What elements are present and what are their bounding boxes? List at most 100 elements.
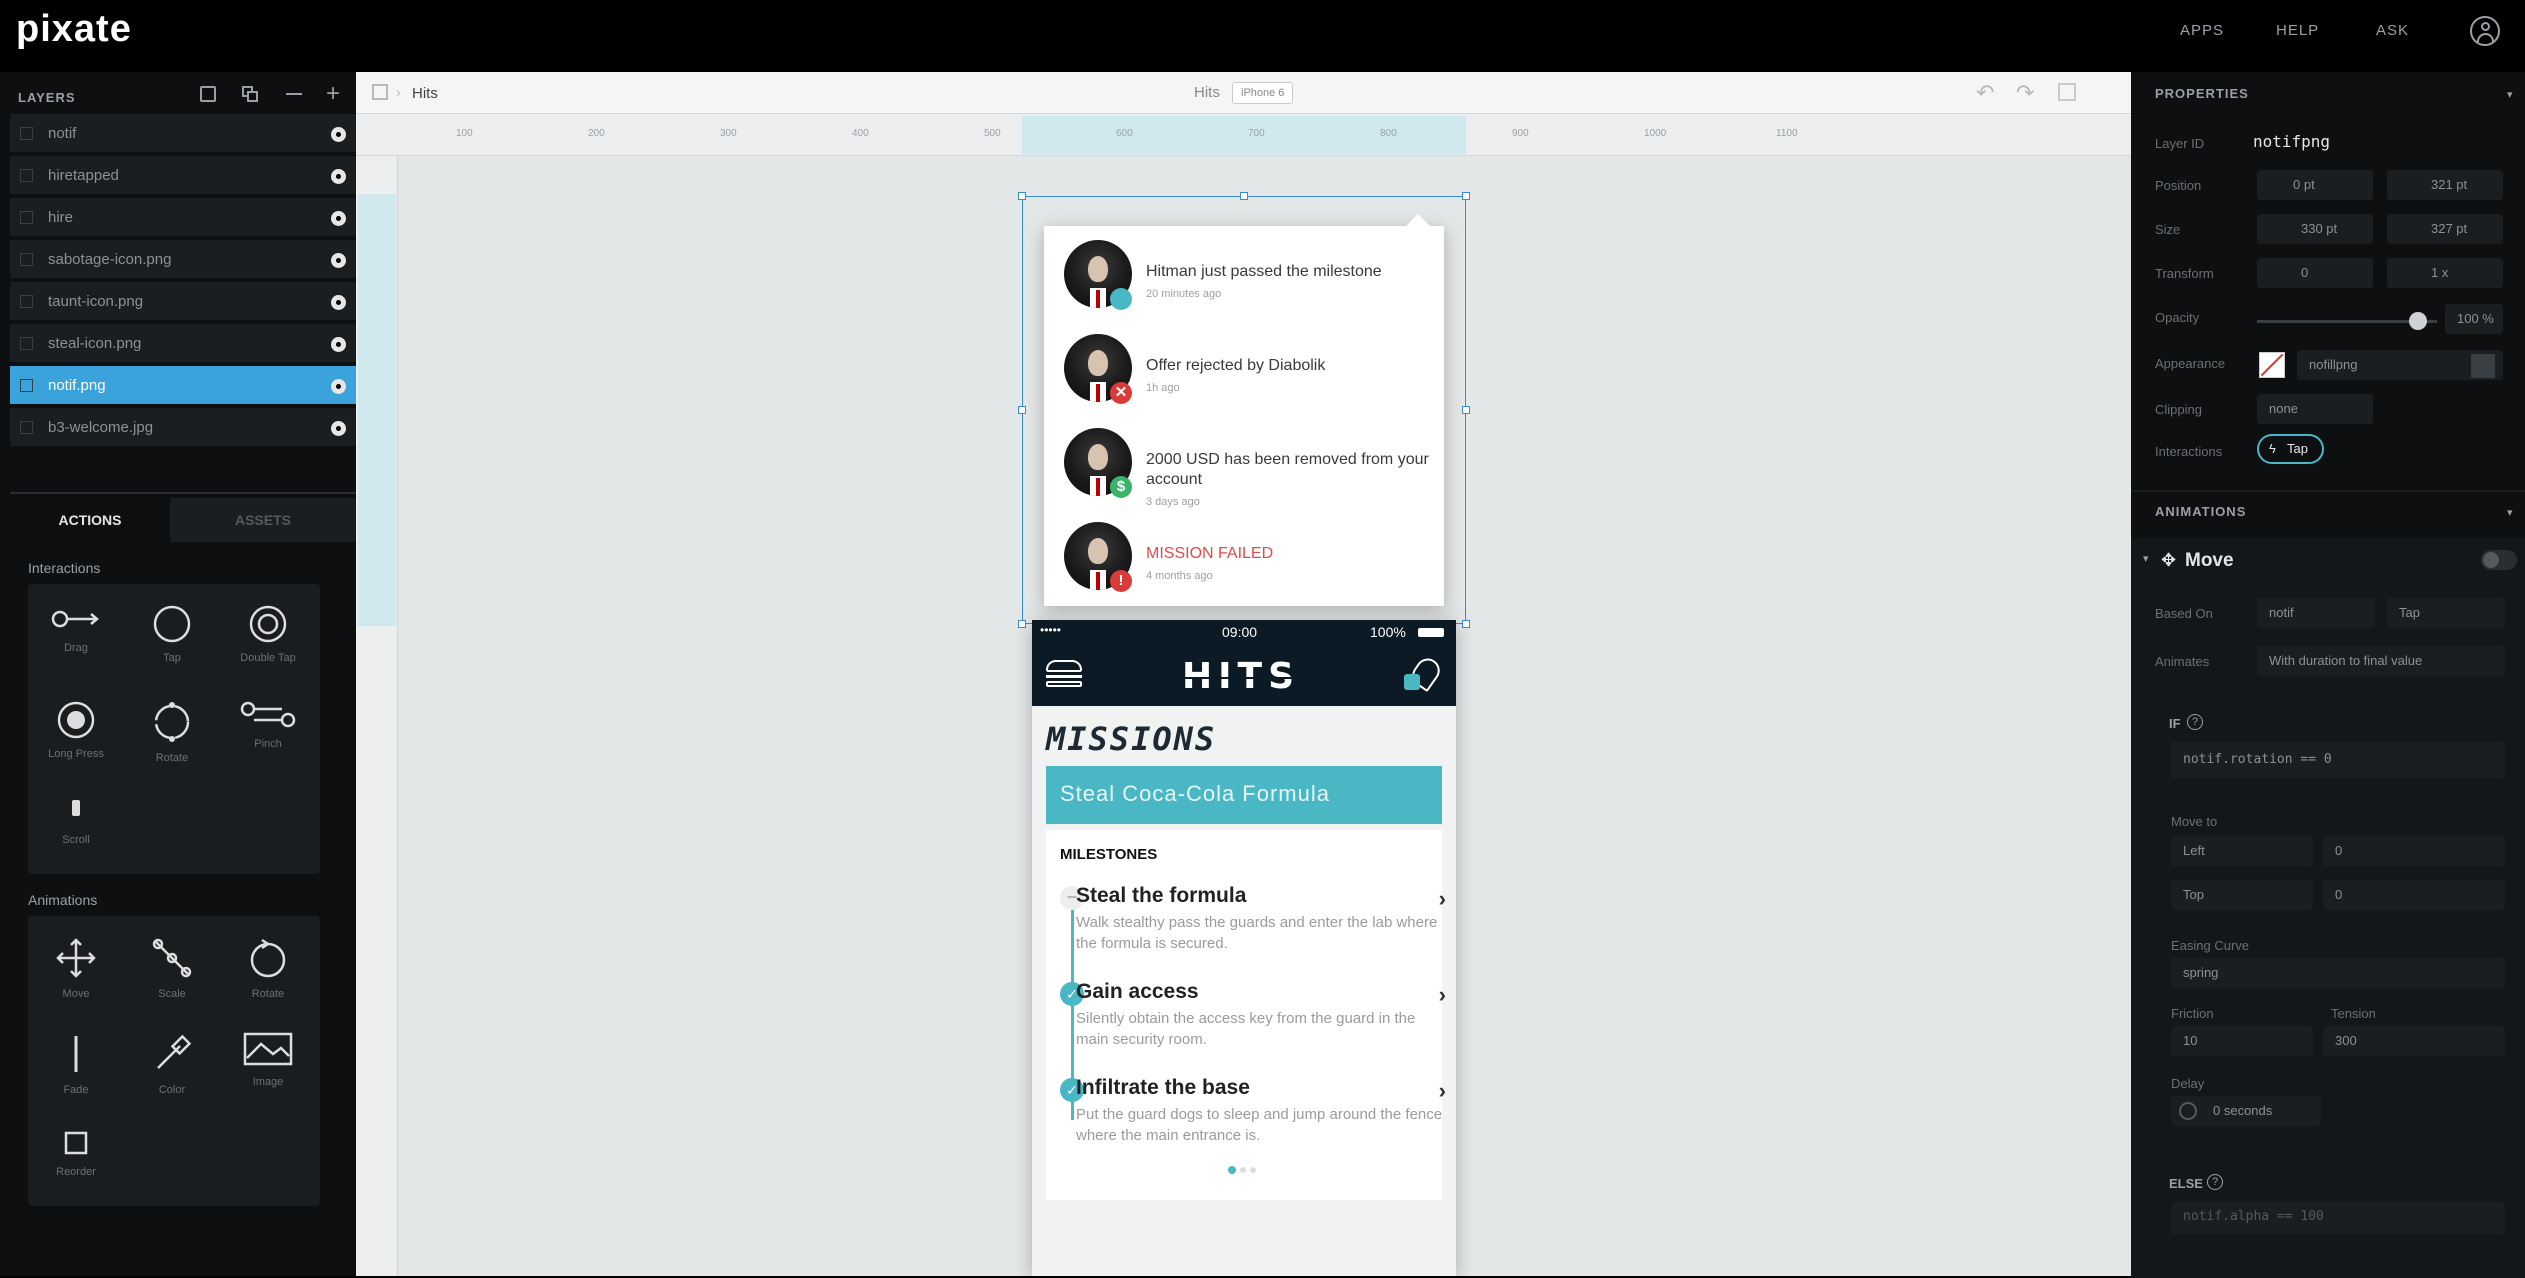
milestone-item[interactable]: Steal the formula Walk stealthy pass the… xyxy=(1076,884,1446,954)
animation-scale[interactable]: Scale xyxy=(124,916,220,1012)
notification-card[interactable]: Hitman just passed the milestone 20 minut… xyxy=(1044,214,1444,606)
export-icon[interactable] xyxy=(2058,83,2076,101)
layer-item[interactable]: notif.png xyxy=(10,366,356,406)
position-y-field[interactable]: 321 pt xyxy=(2387,170,2503,200)
position-x-field[interactable]: 0 pt xyxy=(2257,170,2373,200)
animation-color[interactable]: Color xyxy=(124,1012,220,1108)
layer-item[interactable]: steal-icon.png xyxy=(10,324,356,364)
else-expression-field[interactable]: notif.alpha == 100 xyxy=(2171,1202,2505,1234)
visibility-icon[interactable] xyxy=(331,211,346,226)
nav-apps[interactable]: APPS xyxy=(2180,22,2224,39)
layer-checkbox[interactable] xyxy=(20,169,33,182)
duplicate-layer-icon[interactable] xyxy=(242,86,258,102)
expand-icon[interactable]: ▾ xyxy=(2143,552,2149,565)
notifications-icon[interactable] xyxy=(1404,653,1445,694)
move-top-select[interactable]: Top xyxy=(2171,880,2313,910)
resize-handle[interactable] xyxy=(1018,192,1026,200)
notification-item[interactable]: Hitman just passed the milestone 20 minut… xyxy=(1064,240,1464,328)
image-thumb[interactable] xyxy=(2471,354,2495,378)
layer-checkbox[interactable] xyxy=(20,127,33,140)
layer-item[interactable]: hire xyxy=(10,198,356,238)
burger-icon[interactable] xyxy=(1046,660,1082,688)
based-on-event-select[interactable]: Tap xyxy=(2387,598,2505,628)
animates-select[interactable]: With duration to final value xyxy=(2257,646,2505,676)
resize-handle[interactable] xyxy=(1240,192,1248,200)
animation-name[interactable]: Move xyxy=(2185,550,2234,572)
opacity-slider-thumb[interactable] xyxy=(2409,312,2427,330)
user-avatar-icon[interactable] xyxy=(2470,16,2500,46)
page-dot-active[interactable] xyxy=(1228,1166,1236,1174)
visibility-icon[interactable] xyxy=(331,127,346,142)
resize-handle[interactable] xyxy=(1018,620,1026,628)
collapse-icon[interactable]: ▾ xyxy=(2507,506,2513,519)
resize-handle[interactable] xyxy=(1462,620,1470,628)
animation-reorder[interactable]: Reorder xyxy=(28,1108,124,1204)
move-top-value[interactable]: 0 xyxy=(2323,880,2505,910)
move-left-value[interactable]: 0 xyxy=(2323,836,2505,866)
size-height-field[interactable]: 327 pt xyxy=(2387,214,2503,244)
layer-id-value[interactable]: notifpng xyxy=(2253,132,2330,151)
visibility-icon[interactable] xyxy=(331,337,346,352)
interaction-double-tap[interactable]: Double Tap xyxy=(220,584,316,680)
if-expression-field[interactable]: notif.rotation == 0 xyxy=(2171,742,2505,778)
layer-item[interactable]: b3-welcome.jpg xyxy=(10,408,356,448)
tab-actions[interactable]: ACTIONS xyxy=(10,498,170,542)
visibility-icon[interactable] xyxy=(331,421,346,436)
collapse-icon[interactable]: ▾ xyxy=(2507,88,2513,101)
interaction-tap[interactable]: Tap xyxy=(124,584,220,680)
scale-field[interactable]: 1 x xyxy=(2387,258,2503,288)
interaction-rotate[interactable]: Rotate xyxy=(124,680,220,776)
based-on-layer-select[interactable]: notif xyxy=(2257,598,2375,628)
tension-field[interactable]: 300 xyxy=(2323,1026,2505,1056)
layer-item[interactable]: notif xyxy=(10,114,356,154)
layer-item[interactable]: sabotage-icon.png xyxy=(10,240,356,280)
move-left-select[interactable]: Left xyxy=(2171,836,2313,866)
milestone-item[interactable]: Gain access Silently obtain the access k… xyxy=(1076,980,1446,1050)
size-width-field[interactable]: 330 pt xyxy=(2257,214,2373,244)
layer-checkbox[interactable] xyxy=(20,295,33,308)
app-logo[interactable]: pixate xyxy=(16,8,132,51)
notification-item[interactable]: ✕ Offer rejected by Diabolik 1h ago xyxy=(1064,334,1464,422)
home-icon[interactable] xyxy=(372,84,388,100)
interaction-long-press[interactable]: Long Press xyxy=(28,680,124,776)
layer-checkbox[interactable] xyxy=(20,379,33,392)
friction-field[interactable]: 10 xyxy=(2171,1026,2313,1056)
visibility-icon[interactable] xyxy=(331,169,346,184)
layer-checkbox[interactable] xyxy=(20,421,33,434)
add-group-icon[interactable] xyxy=(200,86,216,102)
milestone-item[interactable]: Infiltrate the base Put the guard dogs t… xyxy=(1076,1076,1446,1146)
notification-item[interactable]: $2000 USD has been removed from your acc… xyxy=(1064,428,1464,516)
animation-move[interactable]: Move xyxy=(28,916,124,1012)
resize-handle[interactable] xyxy=(1462,192,1470,200)
help-icon[interactable]: ? xyxy=(2187,714,2203,730)
device-select[interactable]: iPhone 6 xyxy=(1232,82,1294,104)
visibility-icon[interactable] xyxy=(331,379,346,394)
clipping-select[interactable]: none xyxy=(2257,394,2373,424)
animation-toggle[interactable] xyxy=(2481,550,2517,570)
animation-rotate[interactable]: Rotate xyxy=(220,916,316,1012)
interaction-pinch[interactable]: Pinch xyxy=(220,680,316,776)
layer-item[interactable]: taunt-icon.png xyxy=(10,282,356,322)
page-dot[interactable] xyxy=(1240,1167,1246,1173)
nav-help[interactable]: HELP xyxy=(2276,22,2319,39)
animation-fade[interactable]: Fade xyxy=(28,1012,124,1108)
easing-select[interactable]: spring xyxy=(2171,958,2505,988)
undo-icon[interactable]: ↶ xyxy=(1976,80,1994,106)
tap-interaction-chip[interactable]: ϟ Tap xyxy=(2257,434,2324,464)
help-icon[interactable]: ? xyxy=(2207,1174,2223,1190)
page-dot[interactable] xyxy=(1250,1167,1256,1173)
layer-checkbox[interactable] xyxy=(20,253,33,266)
breadcrumb[interactable]: Hits xyxy=(412,85,438,102)
interaction-drag[interactable]: Drag xyxy=(28,584,124,680)
fill-swatch[interactable] xyxy=(2259,352,2285,378)
layer-item[interactable]: hiretapped xyxy=(10,156,356,196)
remove-layer-icon[interactable] xyxy=(286,93,302,95)
redo-icon[interactable]: ↷ xyxy=(2016,80,2034,106)
add-layer-icon[interactable]: + xyxy=(326,82,340,106)
tab-assets[interactable]: ASSETS xyxy=(170,498,356,542)
layer-checkbox[interactable] xyxy=(20,337,33,350)
notification-item[interactable]: ! MISSION FAILED 4 months ago xyxy=(1064,522,1464,610)
layer-checkbox[interactable] xyxy=(20,211,33,224)
interaction-scroll[interactable]: Scroll xyxy=(28,776,124,872)
visibility-icon[interactable] xyxy=(331,295,346,310)
